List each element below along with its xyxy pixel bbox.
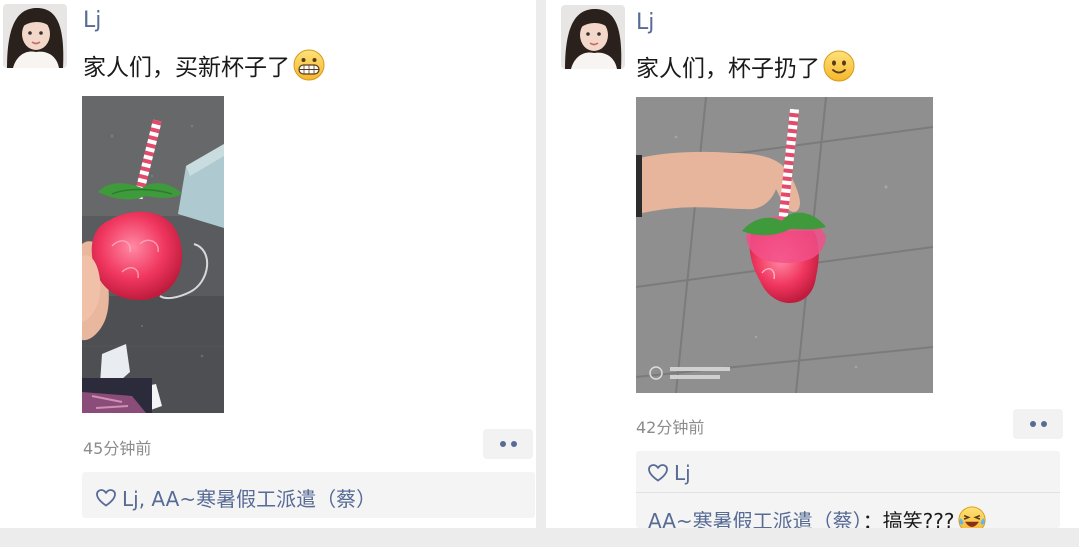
likes-row: Lj, AA~寒暑假工派遣（蔡）	[96, 483, 376, 512]
post-photo[interactable]	[82, 96, 224, 413]
comment-row[interactable]: AA~寒暑假工派遣（蔡）：搞笑???	[648, 505, 986, 528]
post-text: 家人们，杯子扔了	[636, 49, 855, 88]
laughing-tears-emoji-icon	[957, 506, 986, 528]
post-text-content: 家人们，买新杯子了	[83, 55, 290, 81]
dot-icon	[510, 441, 517, 447]
post-text-content: 家人们，杯子扔了	[636, 56, 820, 82]
moment-post-right: Lj 家人们，杯子扔了 42分钟前 Lj AA~寒暑假工派遣（蔡）：搞笑???	[546, 0, 1079, 528]
likes-comments-divider	[636, 492, 1060, 493]
grinning-face-emoji-icon	[293, 49, 325, 87]
post-time: 45分钟前	[83, 439, 152, 458]
dot-icon	[1029, 421, 1036, 427]
likes-names[interactable]: Lj, AA~寒暑假工派遣（蔡）	[122, 483, 376, 512]
dot-icon	[1040, 421, 1047, 427]
post-time: 42分钟前	[636, 418, 705, 437]
author-name[interactable]: Lj	[636, 10, 654, 35]
author-avatar[interactable]	[561, 5, 625, 69]
comment-author[interactable]: AA~寒暑假工派遣（蔡）	[648, 509, 863, 528]
post-text: 家人们，买新杯子了	[83, 48, 325, 87]
moment-post-left: Lj 家人们，买新杯子了 45分钟前 Lj, AA~寒暑假工派遣（蔡）	[0, 0, 536, 528]
dot-icon	[499, 441, 506, 447]
more-actions-button[interactable]	[1013, 409, 1063, 439]
author-name[interactable]: Lj	[83, 8, 101, 33]
author-avatar[interactable]	[3, 4, 67, 68]
more-actions-button[interactable]	[483, 429, 533, 459]
comment-text: 搞笑???	[882, 509, 955, 528]
comment-separator: ：	[862, 509, 883, 528]
likes-names[interactable]: Lj	[674, 461, 691, 485]
heart-icon	[96, 488, 116, 507]
slight-smile-emoji-icon	[823, 50, 855, 88]
post-photo[interactable]	[636, 97, 933, 393]
heart-icon	[648, 464, 668, 482]
likes-row: Lj	[648, 461, 691, 485]
